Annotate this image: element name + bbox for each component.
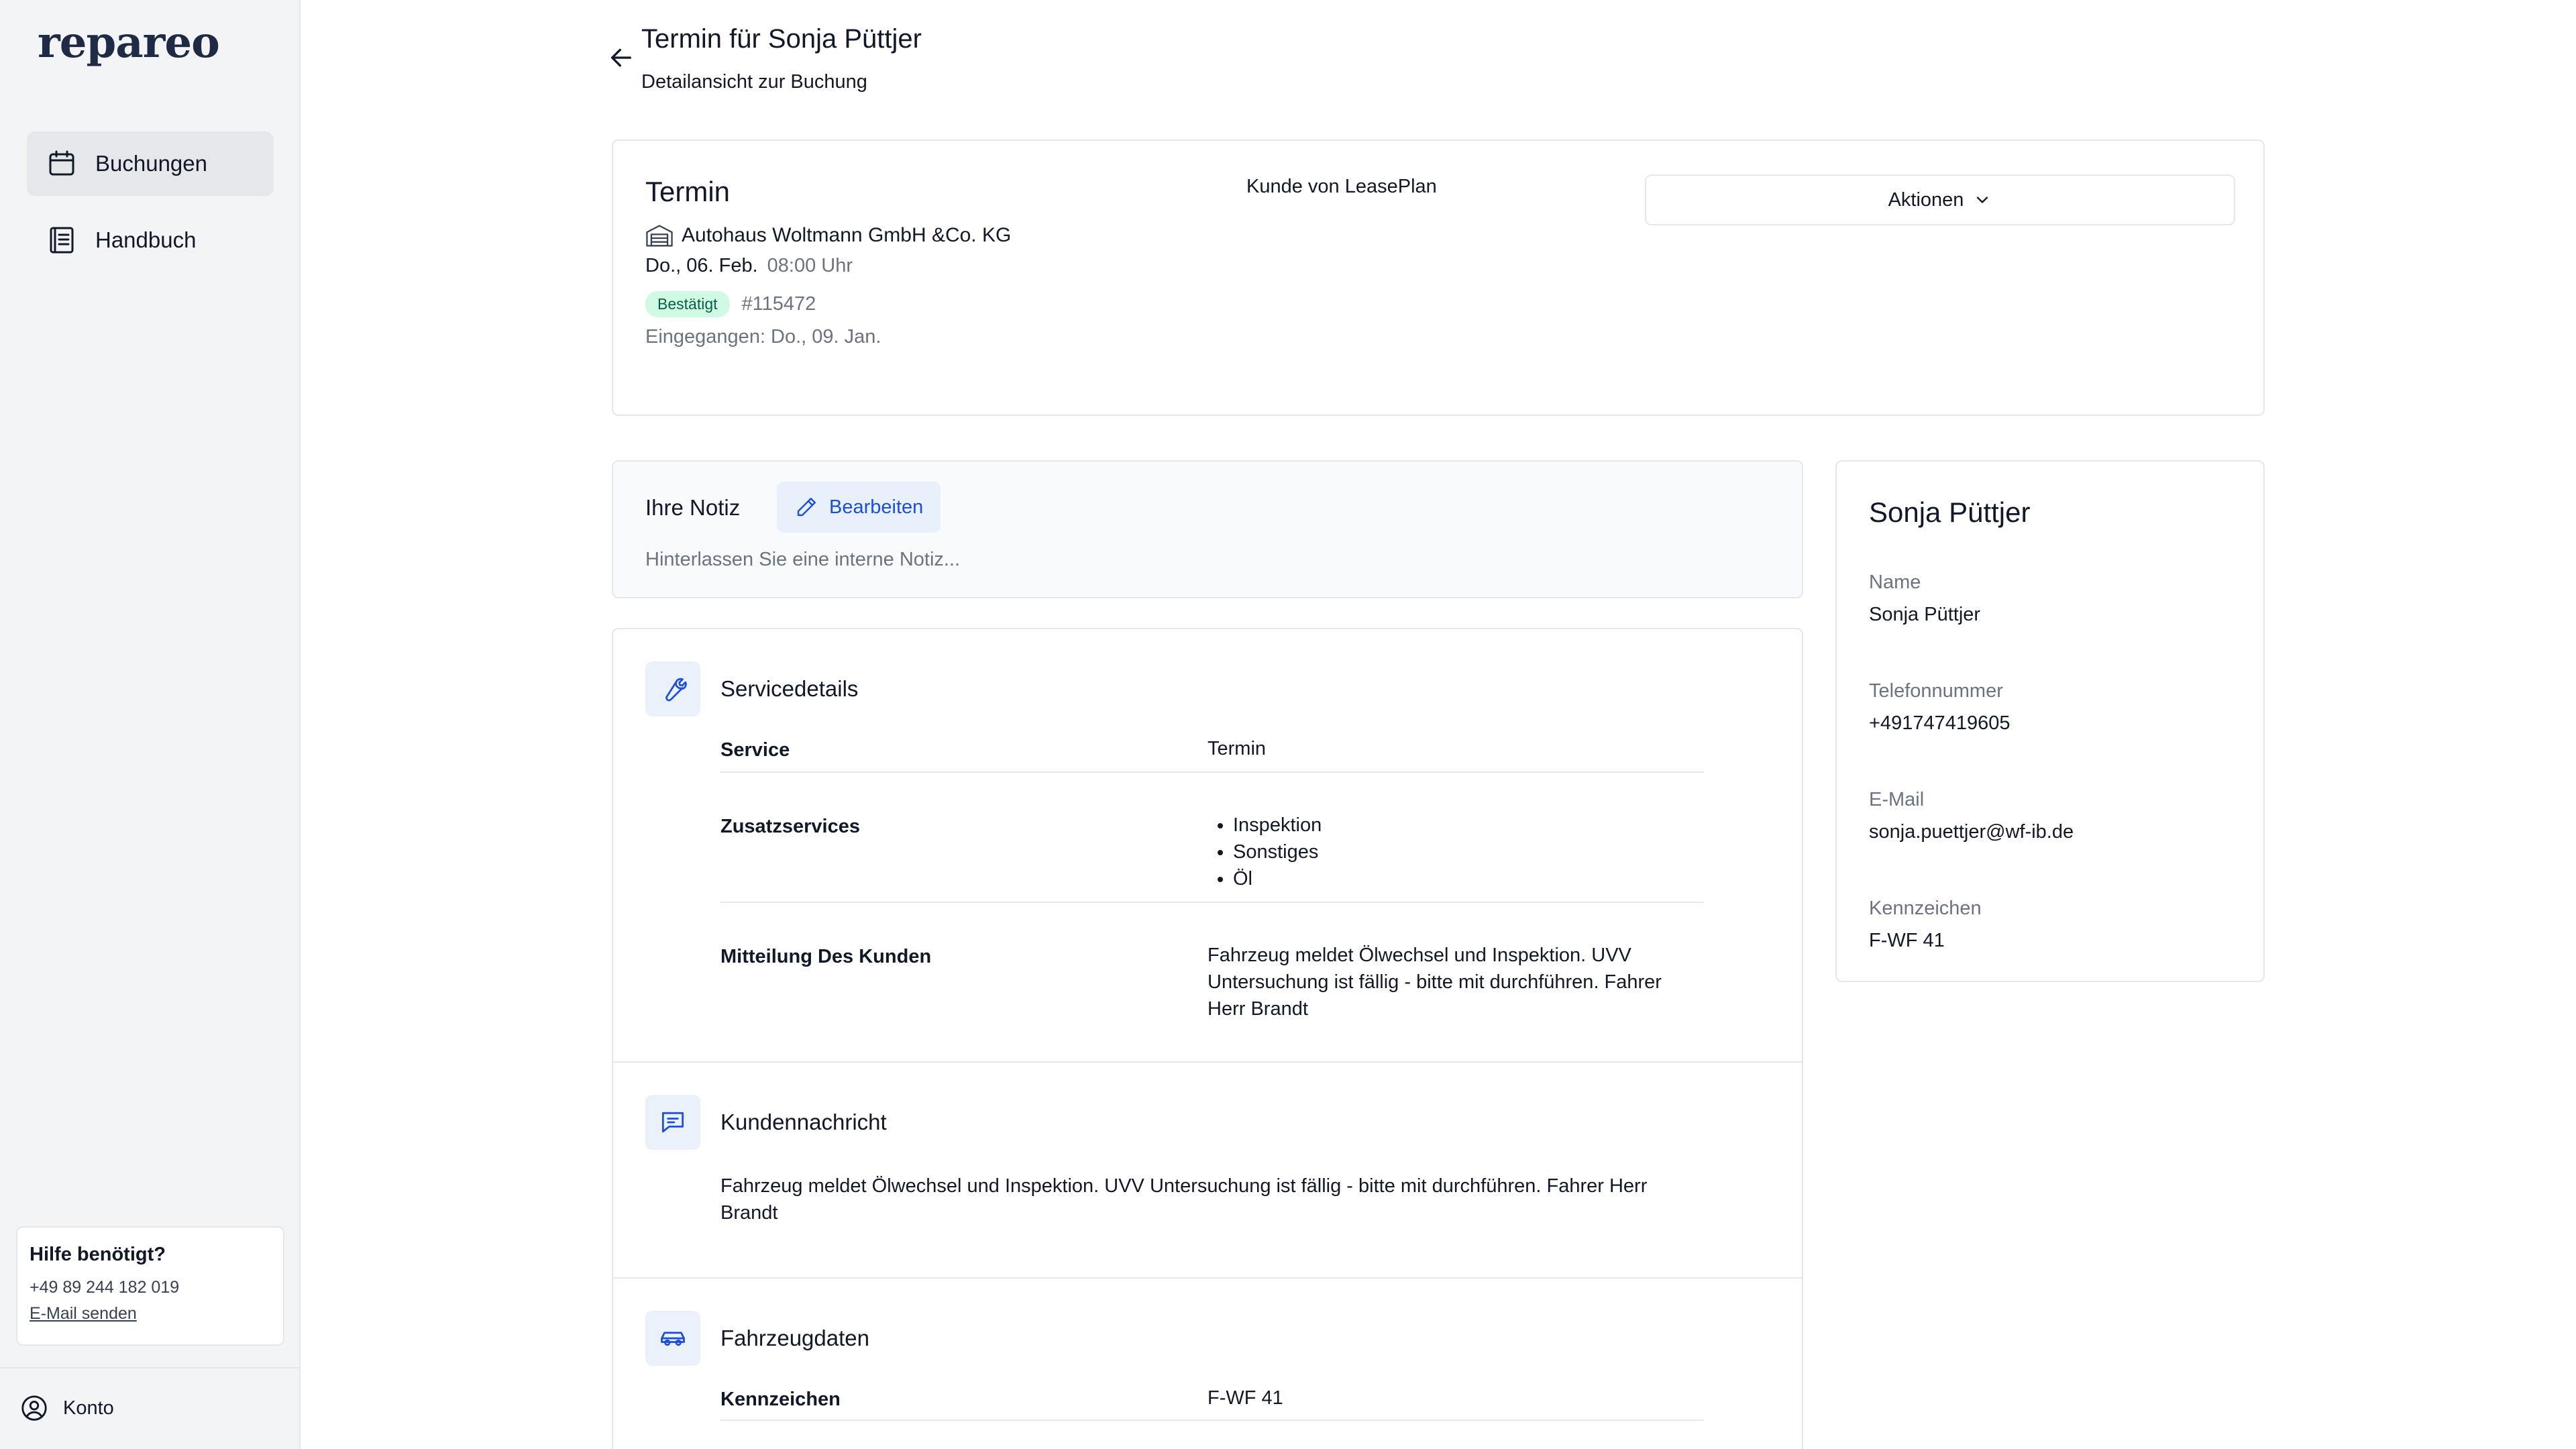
garage-icon	[646, 225, 673, 247]
booking-id: #115472	[741, 293, 816, 315]
customer-message-value: Fahrzeug meldet Ölwechsel und Inspektion…	[1208, 945, 1662, 1020]
workshop-name: Autohaus Woltmann GmbH &Co. KG	[682, 224, 1012, 246]
status-badge: Bestätigt	[645, 291, 730, 317]
received-date: Eingegangen: Do., 09. Jan.	[645, 326, 881, 347]
customer-message-text: Fahrzeug meldet Ölwechsel und Inspektion…	[720, 1175, 1648, 1224]
account-label: Konto	[63, 1397, 114, 1419]
nav-label: Buchungen	[95, 151, 207, 176]
customer-of-label: Kunde von LeasePlan	[1246, 176, 1437, 197]
divider	[0, 1367, 299, 1368]
appointment-heading: Termin	[645, 176, 731, 207]
help-card: Hilfe benötigt? +49 89 244 182 019 E-Mai…	[16, 1226, 284, 1346]
section-divider	[613, 1277, 1802, 1279]
message-section-icon	[645, 1095, 700, 1150]
service-section-icon	[645, 661, 700, 716]
note-placeholder[interactable]: Hinterlassen Sie eine interne Notiz...	[645, 549, 960, 571]
plate-value: F-WF 41	[1869, 930, 1945, 951]
license-plate-label: Kennzeichen	[720, 1389, 841, 1410]
help-phone[interactable]: +49 89 244 182 019	[30, 1278, 271, 1297]
edit-note-button[interactable]: Bearbeiten	[777, 482, 941, 533]
row-divider	[720, 1419, 1704, 1421]
book-icon	[50, 227, 74, 254]
email-label: E-Mail	[1869, 789, 1925, 810]
appointment-date: Do., 06. Feb.	[645, 255, 758, 276]
name-value: Sonja Püttjer	[1869, 604, 1981, 625]
service-value: Termin	[1208, 738, 1267, 759]
row-divider	[720, 771, 1704, 773]
actions-dropdown-button[interactable]: Aktionen	[1645, 174, 2235, 225]
user-circle-icon	[21, 1395, 47, 1421]
page-subtitle: Detailansicht zur Buchung	[641, 71, 867, 93]
pencil-icon	[797, 498, 816, 517]
row-divider	[720, 902, 1704, 903]
customer-name-heading: Sonja Püttjer	[1869, 496, 2031, 528]
appointment-card: Termin Autohaus Woltmann GmbH &Co. KG Do…	[612, 140, 2265, 416]
calendar-icon	[49, 150, 74, 176]
car-icon	[661, 1332, 685, 1346]
appointment-datetime: Do., 06. Feb. 08:00 Uhr	[645, 255, 853, 277]
page-title: Termin für Sonja Püttjer	[641, 24, 922, 54]
edit-label: Bearbeiten	[829, 496, 924, 518]
nav-label: Handbuch	[95, 227, 197, 252]
repareo-logo[interactable]: repareo	[38, 17, 220, 68]
customer-card: Sonja Püttjer Name Sonja Püttjer Telefon…	[1835, 460, 2265, 982]
additional-services-label: Zusatzservices	[720, 816, 860, 837]
status-row: Bestätigt #115472	[645, 291, 816, 317]
actions-label: Aktionen	[1888, 189, 1964, 211]
additional-services-list: Inspektion Sonstiges Öl	[1208, 812, 1704, 892]
chat-icon	[661, 1112, 684, 1133]
plate-label: Kennzeichen	[1869, 898, 1982, 919]
vehicle-section-icon	[645, 1311, 700, 1366]
list-item: Inspektion	[1233, 812, 1704, 839]
message-section-title: Kundennachricht	[720, 1110, 887, 1134]
service-label: Service	[720, 739, 790, 761]
chevron-down-icon	[1977, 197, 1988, 203]
license-plate-value: F-WF 41	[1208, 1387, 1283, 1409]
list-item: Sonstiges	[1233, 839, 1704, 865]
phone-value[interactable]: +491747419605	[1869, 712, 2010, 735]
vehicle-section-title: Fahrzeugdaten	[720, 1326, 869, 1350]
sidebar: repareo Buchungen Handbuch Hilfe benötig…	[0, 0, 301, 1449]
appointment-time: 08:00 Uhr	[767, 255, 853, 276]
back-arrow-icon[interactable]	[608, 44, 635, 71]
nav-item-handbuch[interactable]: Handbuch	[27, 208, 274, 272]
send-email-link[interactable]: E-Mail senden	[30, 1304, 137, 1324]
list-item: Öl	[1233, 865, 1704, 892]
name-label: Name	[1869, 572, 1921, 593]
service-section-title: Servicedetails	[720, 676, 859, 701]
account-button[interactable]: Konto	[19, 1393, 114, 1424]
customer-message-label: Mitteilung Des Kunden	[720, 946, 932, 967]
section-divider	[613, 1061, 1802, 1063]
email-value[interactable]: sonja.puettjer@wf-ib.de	[1869, 821, 2074, 843]
nav-item-buchungen[interactable]: Buchungen	[27, 131, 274, 196]
note-title: Ihre Notiz	[645, 495, 741, 520]
workshop-row: Autohaus Woltmann GmbH &Co. KG	[645, 223, 1011, 248]
note-card: Ihre Notiz Bearbeiten Hinterlassen Sie e…	[612, 460, 1803, 598]
details-card: Servicedetails Service Termin Zusatzserv…	[612, 628, 1803, 1449]
phone-label: Telefonnummer	[1869, 680, 2003, 702]
wrench-icon	[665, 678, 687, 702]
help-title: Hilfe benötigt?	[30, 1244, 166, 1265]
